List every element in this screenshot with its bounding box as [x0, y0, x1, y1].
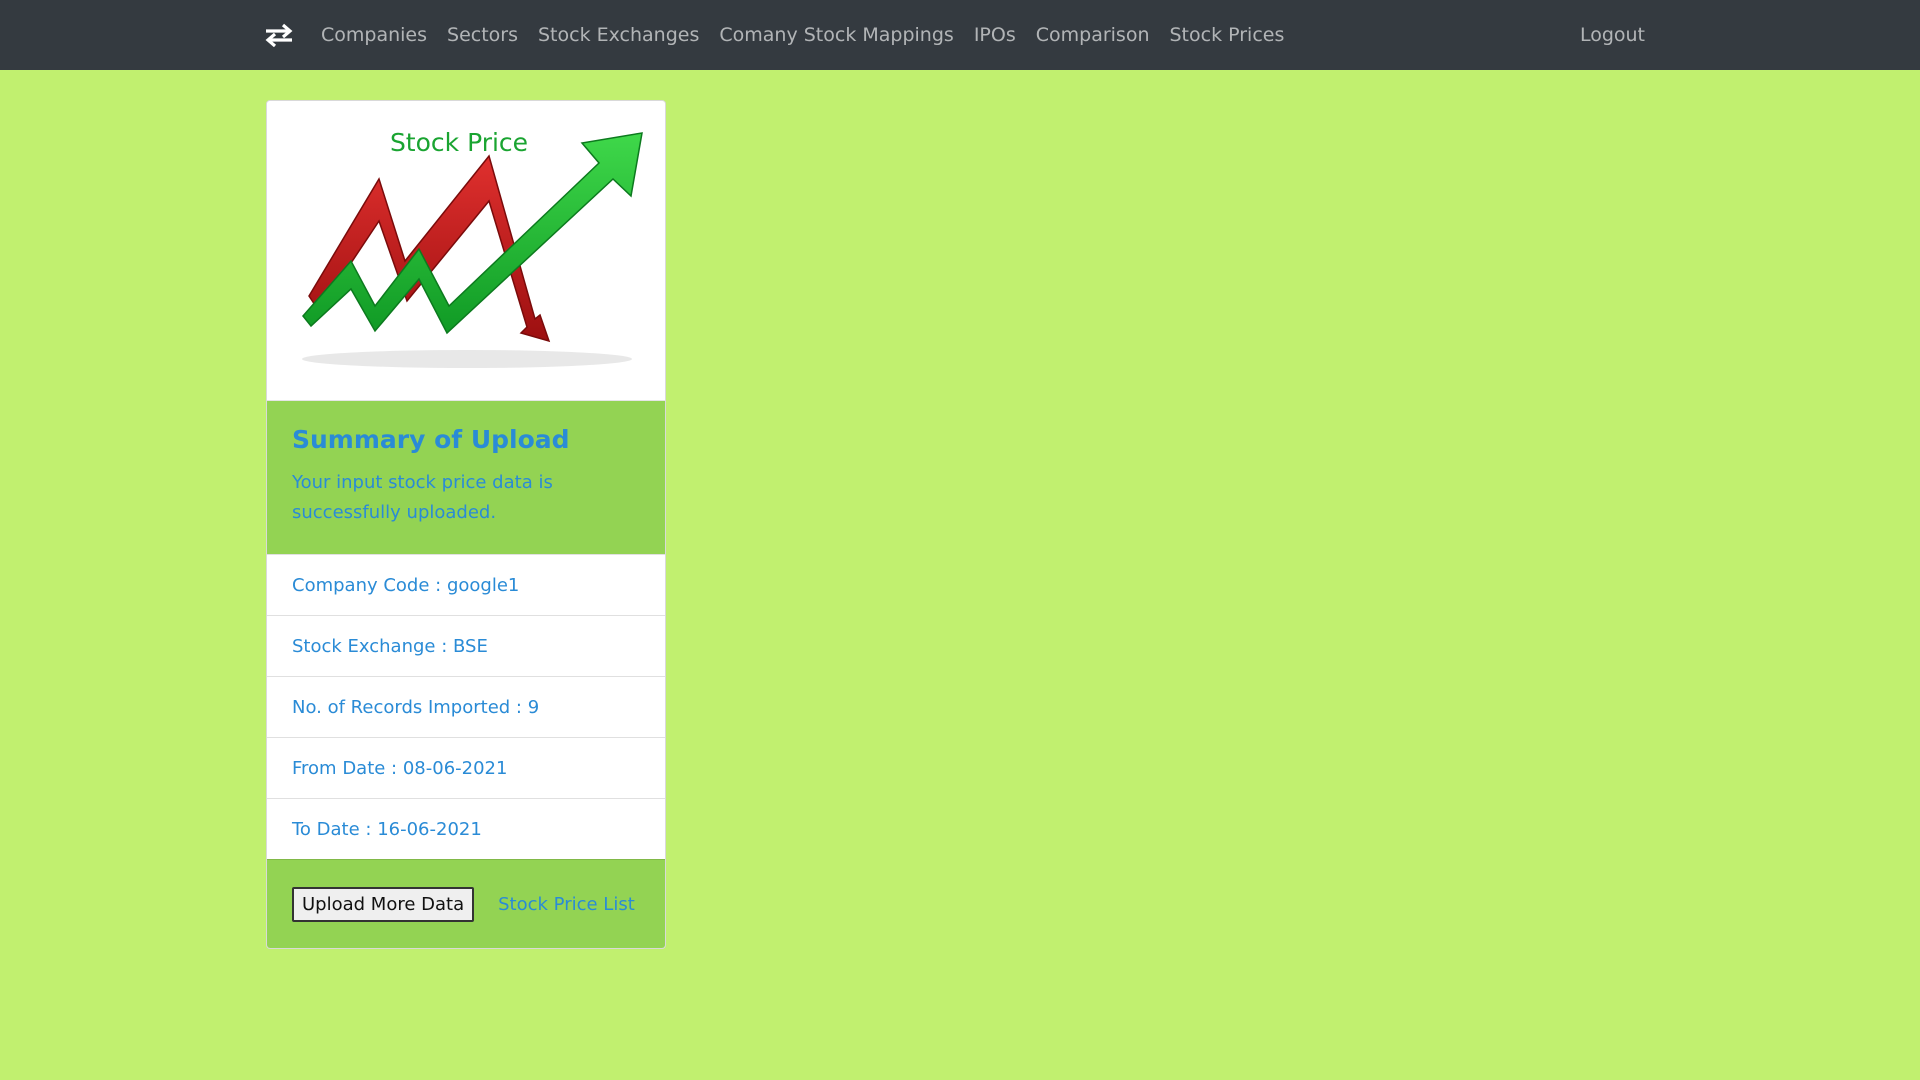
card-footer: Upload More Data Stock Price List: [267, 859, 665, 948]
nav-item-stock-prices[interactable]: Stock Prices: [1160, 24, 1295, 46]
stock-price-image: Stock Price: [267, 101, 665, 401]
nav-item-sectors[interactable]: Sectors: [437, 24, 528, 46]
stock-chart-illustration-icon: Stock Price: [302, 128, 643, 368]
stock-price-list-link[interactable]: Stock Price List: [498, 894, 635, 915]
detail-to-date: To Date : 16-06-2021: [267, 798, 665, 859]
detail-company-code: Company Code : google1: [267, 554, 665, 615]
card-title: Summary of Upload: [292, 425, 570, 454]
brand-swap-arrows-icon[interactable]: [264, 22, 294, 48]
svg-text:Stock Price: Stock Price: [390, 128, 528, 157]
detail-from-date: From Date : 08-06-2021: [267, 737, 665, 798]
card-text: Your input stock price data is successfu…: [292, 472, 553, 523]
upload-more-data-button[interactable]: Upload More Data: [292, 886, 475, 922]
nav-item-ipos[interactable]: IPOs: [964, 24, 1026, 46]
top-navbar: Companies Sectors Stock Exchanges Comany…: [0, 0, 1920, 70]
nav-item-comparison[interactable]: Comparison: [1026, 24, 1160, 46]
nav-item-companies[interactable]: Companies: [311, 24, 437, 46]
upload-summary-card: Stock Price Summary of Upload Your input…: [266, 100, 666, 949]
logout-link[interactable]: Logout: [1570, 24, 1655, 46]
card-body: Summary of Upload Your input stock price…: [267, 401, 665, 554]
detail-stock-exchange: Stock Exchange : BSE: [267, 615, 665, 676]
upload-details-list: Company Code : google1 Stock Exchange : …: [267, 554, 665, 859]
nav-right: Logout: [1570, 0, 1655, 70]
nav-item-stock-exchanges[interactable]: Stock Exchanges: [528, 24, 709, 46]
nav-item-company-stock-mappings[interactable]: Comany Stock Mappings: [709, 24, 963, 46]
nav-links: Companies Sectors Stock Exchanges Comany…: [311, 0, 1294, 70]
detail-records-imported: No. of Records Imported : 9: [267, 676, 665, 737]
